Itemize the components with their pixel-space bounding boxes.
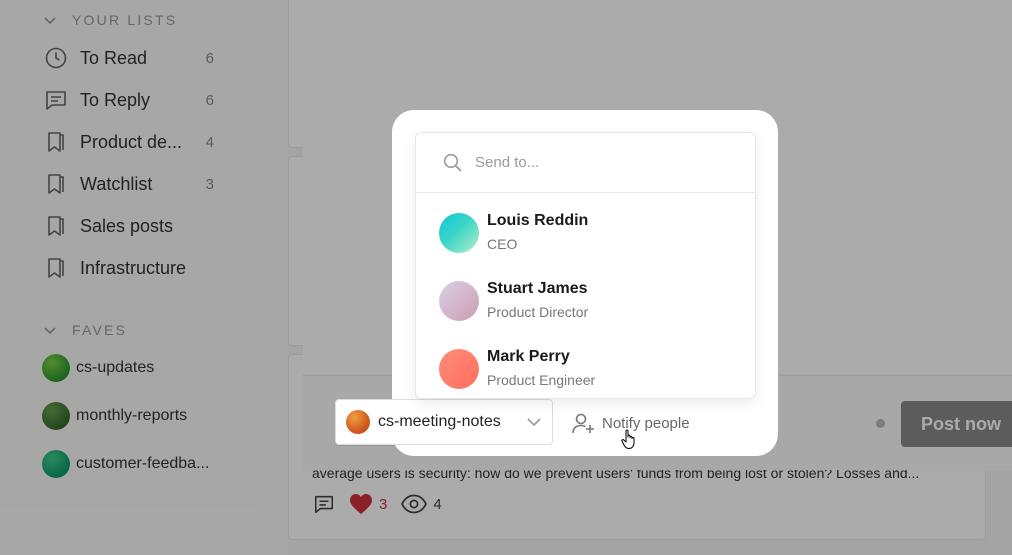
send-to-search — [416, 133, 755, 193]
search-icon — [443, 153, 462, 172]
send-to-input[interactable] — [475, 154, 735, 171]
chevron-down-icon — [527, 418, 541, 427]
person-option-mark-perry[interactable]: Mark Perry Product Engineer — [439, 347, 595, 395]
add-person-icon — [572, 413, 594, 434]
channel-avatar — [346, 410, 370, 434]
person-name: Louis Reddin — [487, 212, 589, 229]
notify-modal: cs-meeting-notes Notify people Louis Red… — [335, 110, 778, 456]
avatar — [439, 281, 479, 321]
person-option-louis-reddin[interactable]: Louis Reddin CEO — [439, 211, 588, 259]
notify-dropdown: Louis Reddin CEO Stuart James Product Di… — [415, 132, 756, 399]
person-role: CEO — [487, 236, 518, 252]
channel-select-label: cs-meeting-notes — [378, 413, 501, 430]
channel-select[interactable]: cs-meeting-notes — [335, 399, 553, 445]
person-option-stuart-james[interactable]: Stuart James Product Director — [439, 279, 588, 327]
avatar — [439, 349, 479, 389]
person-role: Product Director — [487, 304, 589, 320]
hand-cursor-icon — [621, 429, 635, 450]
person-name: Mark Perry — [487, 348, 570, 365]
person-role: Product Engineer — [487, 372, 596, 388]
person-name: Stuart James — [487, 280, 588, 297]
notify-people-label: Notify people — [602, 414, 690, 432]
avatar — [439, 213, 479, 253]
